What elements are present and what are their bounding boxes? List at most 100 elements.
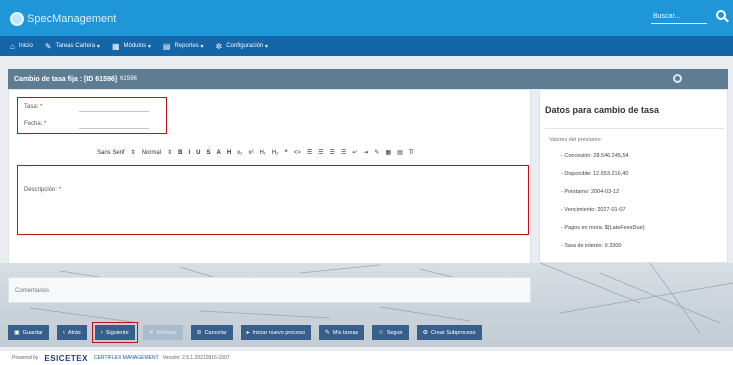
- outdent-button[interactable]: ☰: [330, 149, 335, 156]
- create-subprocess-button[interactable]: ⚙ Crear Subproceso: [416, 325, 482, 340]
- indent-button[interactable]: ☰: [341, 149, 346, 156]
- loan-value-item: - Vencimiento: 2027-01-07: [561, 207, 626, 213]
- link-button[interactable]: ✎: [374, 149, 379, 156]
- settings-icon[interactable]: [673, 74, 682, 83]
- next-button[interactable]: › Siguiente: [91, 322, 138, 343]
- button-label: Mis tareas: [332, 329, 359, 336]
- follow-icon: ☆: [378, 330, 384, 336]
- descripcion-label: Descripción: *: [24, 187, 62, 193]
- wrench-icon: ✎: [44, 41, 52, 51]
- menu-item-label: Configuración: [226, 43, 264, 49]
- loan-value-item: - Préstamo: 2004-03-12: [561, 189, 620, 195]
- italic-button[interactable]: I: [188, 150, 190, 156]
- bold-button[interactable]: B: [178, 150, 182, 156]
- bullet-list-button[interactable]: ☰: [318, 149, 323, 156]
- report-icon: ▤: [162, 41, 171, 51]
- strike-button[interactable]: S: [206, 150, 210, 156]
- underline-button[interactable]: U: [196, 150, 200, 156]
- version-text: Versión: 2.5.1.20210916-1507: [162, 355, 230, 361]
- save-icon: ▣: [14, 330, 20, 336]
- tasa-field[interactable]: [79, 111, 149, 112]
- back-button[interactable]: ‹ Atrás: [56, 325, 87, 340]
- gear-icon: ✲: [215, 41, 223, 51]
- search-icon[interactable]: [716, 10, 726, 20]
- subscript-button[interactable]: x₂: [237, 150, 242, 156]
- image-button[interactable]: ▦: [385, 149, 391, 156]
- superscript-button[interactable]: x²: [249, 150, 254, 156]
- menu-item-inicio[interactable]: ⌂ Inicio: [10, 42, 33, 51]
- save-button[interactable]: ▣ Guardar: [8, 325, 49, 340]
- loan-value-item: - Disponible: 12.653.216,40: [561, 171, 629, 177]
- menu-item-label: Tareas Cartera: [55, 43, 96, 49]
- chevron-down-icon: ▾: [263, 43, 268, 50]
- comments-section[interactable]: Comentarios: [8, 277, 531, 303]
- chevron-down-icon: ▾: [146, 43, 151, 50]
- side-panel-title: Datos para cambio de tasa: [545, 105, 660, 115]
- chevron-down-icon: ▾: [198, 43, 204, 50]
- side-panel: Datos para cambio de tasa Valores del pr…: [539, 89, 728, 263]
- button-label: Seguir: [386, 329, 403, 336]
- quote-button[interactable]: ❝: [285, 149, 288, 156]
- side-panel-subtitle: Valores del préstamo:: [549, 137, 603, 143]
- menu-item-reportes[interactable]: ▤ Reportes ▾: [163, 42, 204, 51]
- heading1-button[interactable]: H₁: [260, 150, 266, 156]
- text-color-button[interactable]: A: [216, 150, 220, 156]
- fecha-label: Fecha: *: [24, 121, 47, 127]
- button-label: Siguiente: [105, 329, 129, 336]
- loan-value-item: - Concesión: 28.546.245,54: [561, 153, 629, 159]
- cancel-button[interactable]: ⊘ Cancelar: [190, 325, 233, 340]
- next-icon: ›: [100, 329, 103, 336]
- brand-name: SpecManagement: [27, 13, 117, 25]
- font-size-select[interactable]: Normal: [142, 150, 161, 156]
- home-icon: ⌂: [10, 41, 15, 51]
- editor-toolbar: Sans Serif ⇕ Normal ⇕ B I U S A H x₂ x² …: [79, 145, 527, 160]
- menu-item-tareas-cartera[interactable]: ✎ Tareas Cartera ▾: [45, 42, 100, 51]
- delete-button[interactable]: ✕ Eliminar: [142, 325, 183, 340]
- comments-label: Comentarios: [15, 288, 50, 294]
- menu-item-label: Módulos: [123, 43, 147, 49]
- button-label: Crear Subproceso: [430, 329, 476, 336]
- heading2-button[interactable]: H₂: [272, 150, 279, 156]
- action-buttons: ▣ Guardar ‹ Atrás › Siguiente ✕ Eliminar…: [8, 322, 482, 343]
- align-button[interactable]: ⇥: [363, 149, 368, 156]
- loan-value-item: - Tasa de interés: 9.3300: [561, 243, 622, 249]
- brand-logo-icon: [10, 12, 24, 26]
- start-process-button[interactable]: ▸ Iniciar nuevo proceso: [240, 325, 311, 340]
- button-label: Guardar: [22, 329, 43, 336]
- powered-by-label: Powered by: [12, 355, 39, 361]
- search-input[interactable]: Buscar...: [651, 13, 707, 24]
- font-family-select[interactable]: Sans Serif: [97, 150, 125, 156]
- loan-value-item: - Pagos en mora: ${LateFeesDue}: [561, 225, 645, 231]
- main-menu: ⌂ Inicio ✎ Tareas Cartera ▾ ▦ Módulos ▾ …: [0, 36, 733, 56]
- cancel-icon: ⊘: [196, 330, 202, 336]
- follow-button[interactable]: ☆ Seguir: [372, 325, 409, 340]
- side-divider: [545, 128, 725, 129]
- certiflex-logo: CERTIFLEX MANAGEMENT: [93, 355, 159, 361]
- menu-item-modulos[interactable]: ▦ Módulos ▾: [112, 42, 151, 51]
- ordered-list-button[interactable]: ☰: [307, 149, 312, 156]
- back-icon: ‹: [62, 329, 65, 336]
- menu-item-configuracion[interactable]: ✲ Configuración ▾: [215, 42, 267, 51]
- button-label: Iniciar nuevo proceso: [252, 329, 305, 336]
- panel-title: Cambio de tasa fija : [ID 61596]: [14, 75, 118, 83]
- menu-item-label: Reportes: [174, 43, 199, 49]
- button-label: Cancelar: [204, 329, 227, 336]
- panel-header: Cambio de tasa fija : [ID 61596] 61596: [8, 69, 728, 89]
- button-label: Atrás: [67, 329, 81, 336]
- highlight-button[interactable]: H: [227, 150, 231, 156]
- my-tasks-button[interactable]: ✎ Mis tareas: [318, 325, 365, 340]
- video-button[interactable]: ▤: [397, 149, 403, 156]
- footer: Powered by ESICETEX CERTIFLEX MANAGEMENT…: [0, 351, 733, 365]
- panel-title-id: 61596: [120, 76, 137, 82]
- form-panel: Tasa: * Fecha: * Sans Serif ⇕ Normal ⇕ B…: [8, 89, 531, 277]
- brand[interactable]: SpecManagement: [10, 12, 116, 26]
- clear-format-button[interactable]: T̸: [409, 150, 413, 156]
- esicetex-logo: ESICETEX: [44, 353, 88, 363]
- menu-item-label: Inicio: [18, 43, 33, 49]
- description-editor[interactable]: [79, 167, 527, 233]
- rtl-button[interactable]: ↵: [352, 149, 357, 156]
- delete-icon: ✕: [148, 330, 154, 336]
- chevron-down-icon: ▾: [95, 43, 100, 50]
- fecha-field[interactable]: [79, 128, 149, 129]
- code-button[interactable]: <>: [294, 150, 301, 156]
